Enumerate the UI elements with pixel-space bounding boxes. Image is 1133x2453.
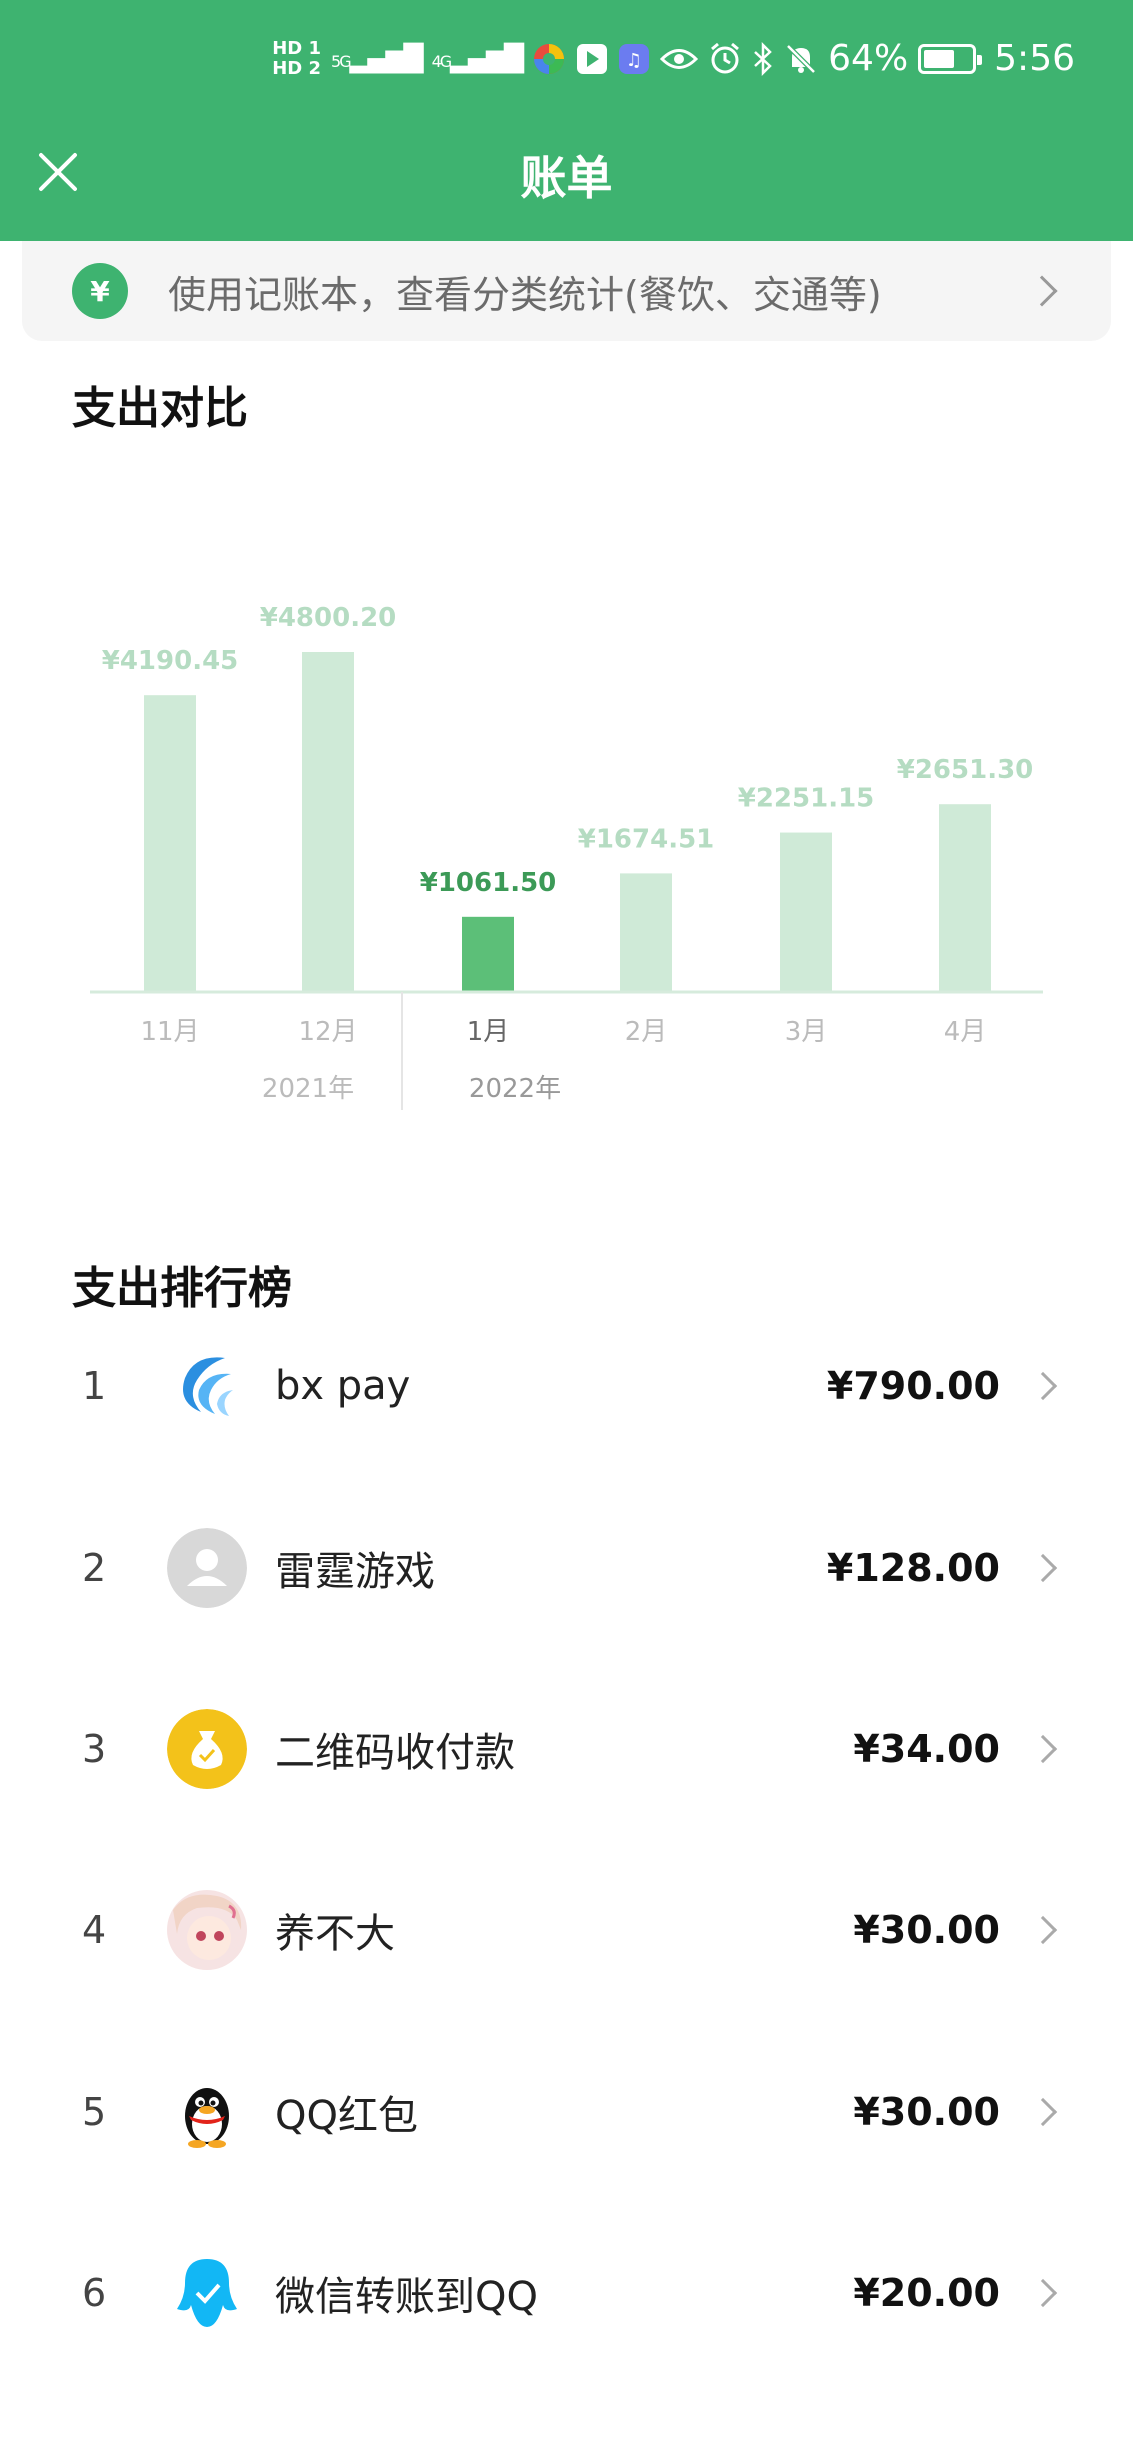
anime-avatar-icon — [167, 1890, 247, 1970]
page-title: 账单 — [520, 151, 613, 205]
rank-number: 3 — [82, 1727, 107, 1771]
bluetooth-icon — [752, 41, 774, 76]
chart-category-label: 11月 — [140, 1017, 199, 1047]
battery-level — [924, 49, 954, 68]
app-header: HD 1 HD 2 5G▂▄▆█ 4G▂▄▆█ ♫ 64% 5:56 账单 — [0, 0, 1133, 241]
chart-value-label: ¥4800.20 — [260, 603, 397, 633]
alarm-icon — [708, 42, 742, 76]
network-2-label: HD 2 — [272, 57, 322, 79]
battery-percent: 64% — [828, 38, 909, 79]
merchant-name: 二维码收付款 — [275, 1730, 515, 1776]
expense-compare-chart: ¥4190.45 11月 ¥4800.20 12月 ¥1061.50 1月 ¥1674.51… — [90, 603, 1043, 1110]
bx-pay-logo-icon — [167, 1346, 247, 1426]
ranking-title: 支出排行榜 — [72, 1263, 292, 1314]
expense-amount: ¥34.00 — [853, 1727, 1000, 1771]
merchant-name: 微信转账到QQ — [275, 2274, 538, 2320]
chevron-right-icon — [1028, 2097, 1058, 2127]
ranking-row[interactable]: 6 微信转账到QQ ¥20.00 — [0, 2223, 1133, 2363]
chart-bar — [302, 652, 354, 992]
qq-wallet-icon — [167, 2253, 247, 2333]
chart-year-label: 2022年 — [469, 1074, 561, 1104]
chart-category-label: 4月 — [944, 1017, 987, 1047]
app-music-icon: ♫ — [618, 43, 650, 75]
chart-bar — [144, 695, 196, 992]
money-bag-icon — [167, 1709, 247, 1789]
status-bar: HD 1 HD 2 5G▂▄▆█ 4G▂▄▆█ ♫ 64% 5:56 — [272, 38, 1075, 79]
chart-bar — [939, 804, 991, 992]
merchant-name: bx pay — [275, 1363, 411, 1409]
chart-category-label: 1月 — [467, 1017, 510, 1047]
expense-amount: ¥30.00 — [853, 2090, 1000, 2134]
rank-number: 4 — [82, 1908, 107, 1952]
svg-text:♫: ♫ — [626, 50, 642, 71]
ranking-row[interactable]: 3 二维码收付款 ¥34.00 — [0, 1679, 1133, 1819]
app-multicolor-icon — [532, 42, 566, 76]
chart-value-label: ¥1061.50 — [420, 868, 557, 898]
chevron-right-icon — [1026, 275, 1058, 307]
rank-number: 5 — [82, 2090, 107, 2134]
banner-text: 使用记账本，查看分类统计(餐饮、交通等) — [168, 272, 882, 317]
chevron-right-icon — [1028, 1371, 1058, 1401]
eye-icon — [660, 46, 699, 72]
chart-value-label: ¥2651.30 — [897, 755, 1034, 785]
chart-bar — [620, 873, 672, 992]
default-avatar-icon — [167, 1528, 247, 1608]
chart-value-label: ¥2251.15 — [738, 784, 875, 814]
clock: 5:56 — [994, 38, 1075, 79]
ranking-row[interactable]: 4 养不大 ¥30.00 — [0, 1860, 1133, 2000]
signal-2-icon: 4G▂▄▆█ — [431, 43, 525, 74]
rank-number: 2 — [82, 1546, 107, 1590]
rank-number: 1 — [82, 1364, 107, 1408]
ranking-row[interactable]: 5 QQ红包 ¥30.00 — [0, 2042, 1133, 2182]
chart-bar — [780, 832, 832, 992]
merchant-name: 雷霆游戏 — [275, 1549, 435, 1595]
signal-1-icon: 5G▂▄▆█ — [331, 43, 424, 74]
signal-2-label: 4G — [431, 51, 453, 71]
bookkeeping-icon: ¥ — [72, 263, 128, 319]
signal-1-label: 5G — [331, 51, 352, 71]
chevron-right-icon — [1028, 1553, 1058, 1583]
network-1-label: HD 1 — [272, 37, 322, 59]
chevron-right-icon — [1028, 1734, 1058, 1764]
expense-amount: ¥790.00 — [826, 1364, 1000, 1408]
chart-value-label: ¥4190.45 — [102, 646, 239, 676]
chart-value-label: ¥1674.51 — [578, 824, 715, 854]
app-play-icon — [576, 43, 608, 75]
ranking-row[interactable]: 1 bx pay ¥790.00 — [0, 1316, 1133, 1456]
bookkeeping-banner[interactable]: ¥ 使用记账本，查看分类统计(餐饮、交通等) — [22, 241, 1111, 341]
hd-indicator: HD 1 HD 2 — [272, 37, 322, 79]
chevron-right-icon — [1028, 1915, 1058, 1945]
chart-category-label: 2月 — [625, 1017, 668, 1047]
merchant-name: QQ红包 — [275, 2093, 418, 2139]
mute-bell-icon — [784, 42, 818, 76]
qq-penguin-icon — [167, 2072, 247, 2152]
chevron-right-icon — [1028, 2278, 1058, 2308]
battery-icon — [918, 43, 983, 74]
expense-amount: ¥128.00 — [826, 1546, 1000, 1590]
merchant-name: 养不大 — [275, 1911, 395, 1957]
chart-year-label: 2021年 — [262, 1074, 354, 1104]
chart-bar — [462, 916, 514, 992]
expense-amount: ¥30.00 — [853, 1908, 1000, 1952]
chart-category-label: 3月 — [785, 1017, 828, 1047]
ranking-row[interactable]: 2 雷霆游戏 ¥128.00 — [0, 1498, 1133, 1638]
chart-category-label: 12月 — [298, 1017, 357, 1047]
expense-amount: ¥20.00 — [853, 2271, 1000, 2315]
compare-title: 支出对比 — [72, 383, 248, 434]
rank-number: 6 — [82, 2271, 107, 2315]
